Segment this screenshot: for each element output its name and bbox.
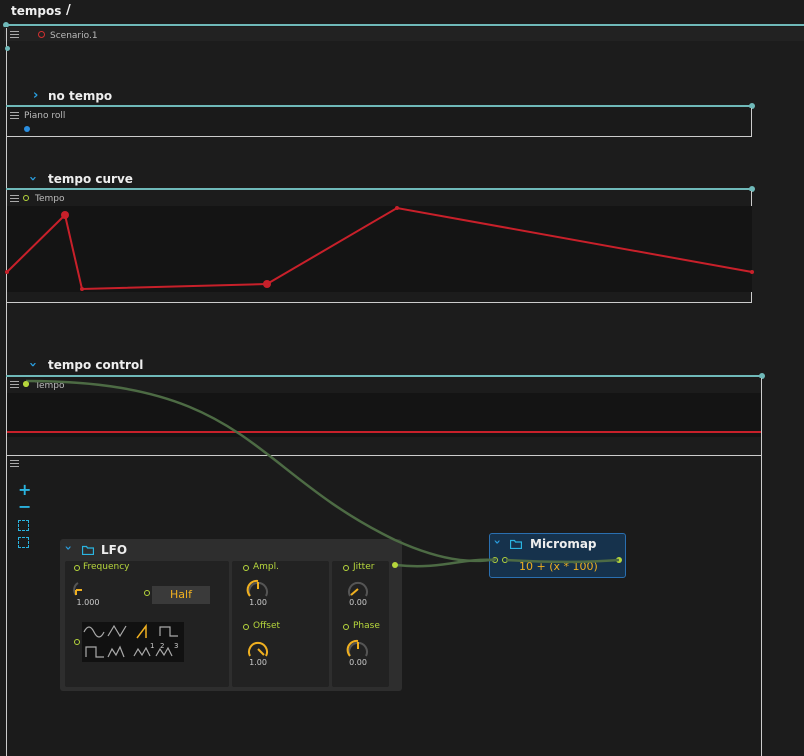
tempo-control-label: Tempo <box>35 381 65 391</box>
curve-point <box>5 270 9 274</box>
section-title-tempo-control[interactable]: tempo control <box>48 358 143 372</box>
quantize-select[interactable]: Half <box>152 586 210 604</box>
tempo-control-value-line[interactable] <box>7 431 761 433</box>
quantize-port[interactable] <box>144 590 150 596</box>
select-all-icon[interactable] <box>18 537 29 548</box>
curve-point <box>263 280 271 288</box>
menu-icon[interactable] <box>10 381 19 388</box>
frequency-port[interactable] <box>74 565 80 571</box>
tempo-control-line <box>6 375 762 377</box>
phase-label: Phase <box>353 621 380 631</box>
offset-value: 1.00 <box>249 658 267 667</box>
chevron-down-icon[interactable]: › <box>25 362 40 367</box>
folder-icon[interactable] <box>82 545 94 555</box>
fit-view-icon[interactable] <box>18 520 29 531</box>
phase-knob[interactable] <box>344 636 372 660</box>
wave-index: 2 <box>160 642 165 650</box>
tempo-curve-path <box>6 206 753 291</box>
lfo-title: LFO <box>101 543 128 557</box>
waveform-port[interactable] <box>74 639 80 645</box>
folder-icon[interactable] <box>510 539 522 549</box>
jitter-knob[interactable] <box>344 576 372 600</box>
frequency-value: 1.000 <box>76 598 100 607</box>
offset-port[interactable] <box>243 624 249 630</box>
zoom-out-icon[interactable]: − <box>18 497 31 516</box>
micromap-expression[interactable]: 10 + (x * 100) <box>519 560 598 573</box>
micromap-output-port[interactable] <box>616 557 622 563</box>
jitter-value: 0.00 <box>349 598 367 607</box>
amplitude-value: 1.00 <box>249 598 267 607</box>
curve-point <box>80 287 84 291</box>
port-icon[interactable] <box>23 381 29 387</box>
curve-point <box>750 270 754 274</box>
frequency-label: Frequency <box>83 562 130 572</box>
wave-index: 1 <box>150 642 155 650</box>
jitter-label: Jitter <box>353 562 375 572</box>
micromap-input-port[interactable] <box>502 557 508 563</box>
phase-value: 0.00 <box>349 658 367 667</box>
waveform-selector[interactable] <box>82 622 184 662</box>
menu-icon[interactable] <box>10 460 19 467</box>
chevron-down-icon[interactable]: › <box>490 540 504 545</box>
amplitude-knob[interactable] <box>244 576 272 600</box>
chevron-down-icon[interactable]: › <box>61 546 75 551</box>
phase-port[interactable] <box>343 624 349 630</box>
wave-index: 3 <box>174 642 179 650</box>
curve-point <box>395 206 399 210</box>
offset-label: Offset <box>253 621 281 631</box>
micromap-input-port[interactable] <box>492 557 498 563</box>
amplitude-label: Ampl. <box>253 562 279 572</box>
micromap-title: Micromap <box>530 537 597 551</box>
curve-point <box>61 211 69 219</box>
jitter-port[interactable] <box>343 565 349 571</box>
offset-knob[interactable] <box>244 636 272 660</box>
frequency-knob[interactable] <box>72 578 92 598</box>
amplitude-port[interactable] <box>243 565 249 571</box>
